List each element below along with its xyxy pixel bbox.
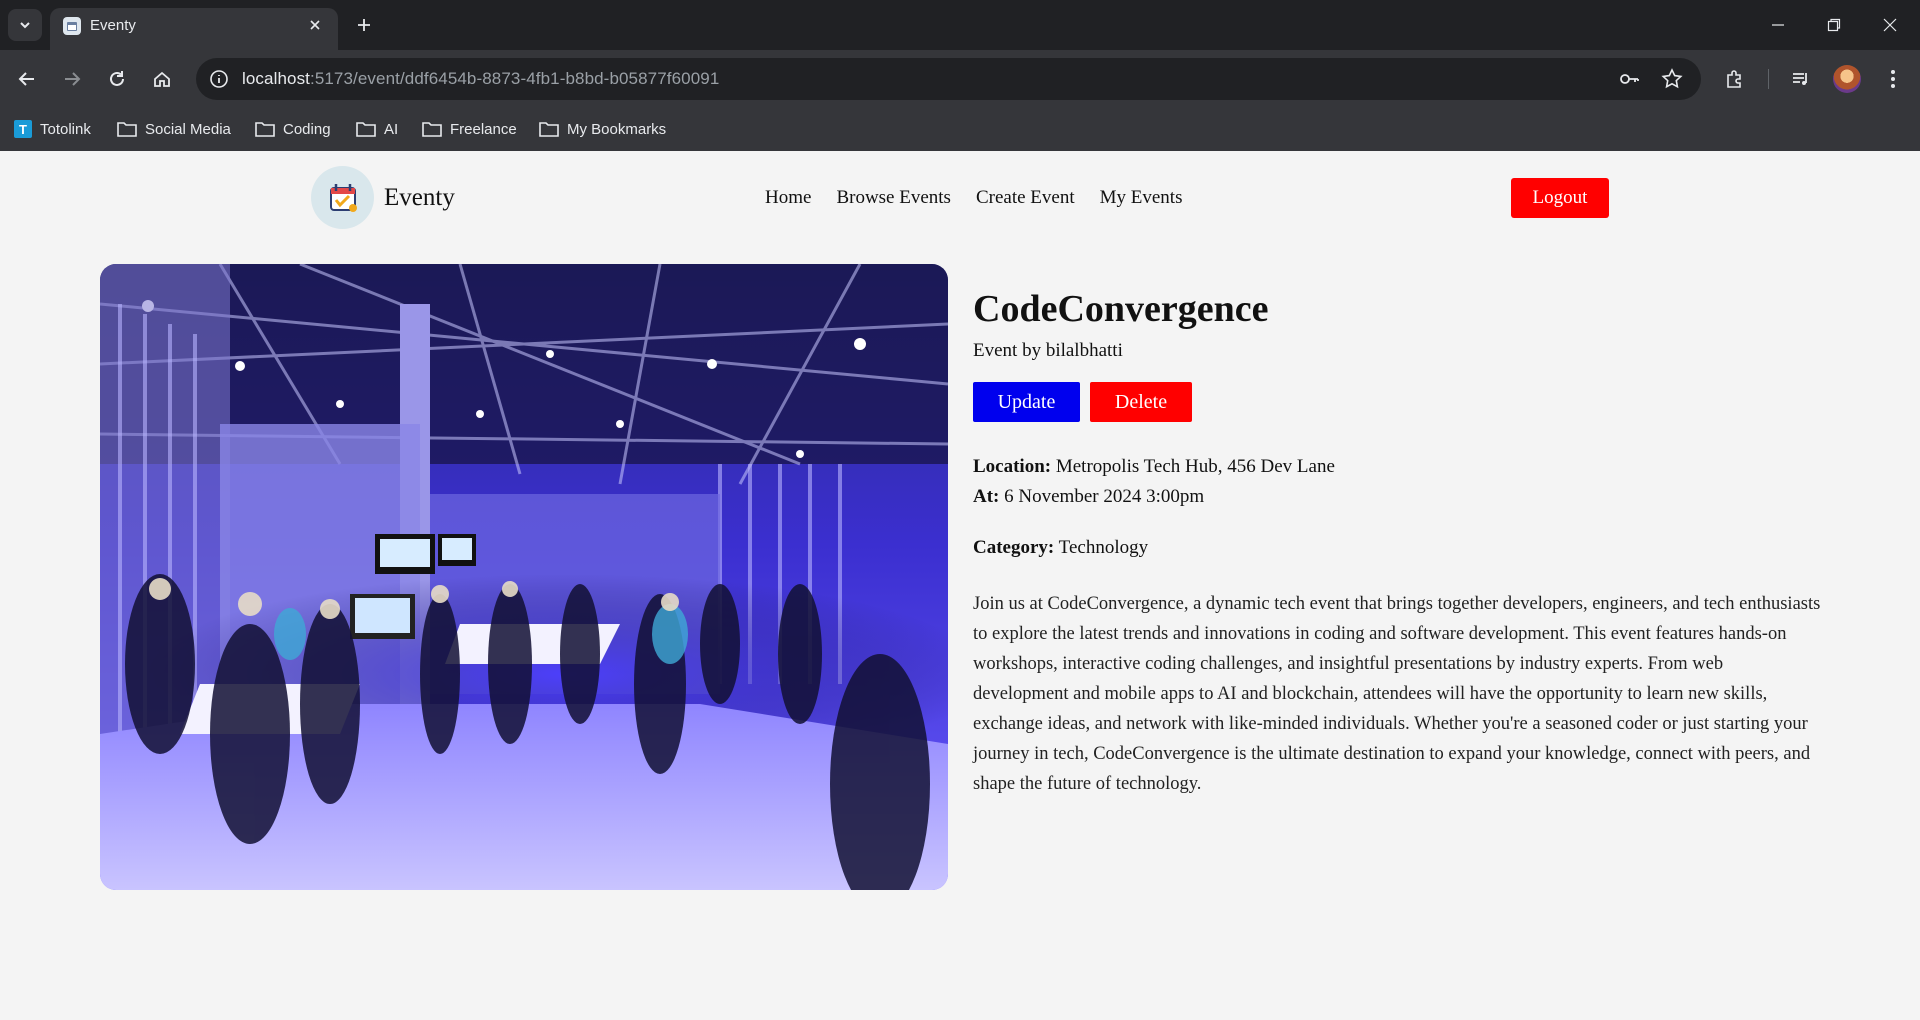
event-actions: Update Delete <box>973 382 1823 422</box>
bookmark-label: My Bookmarks <box>567 120 667 138</box>
browser-toolbar: localhost:5173/event/ddf6454b-8873-4fb1-… <box>0 50 1920 108</box>
event-meta: Location: Metropolis Tech Hub, 456 Dev L… <box>973 452 1823 512</box>
forward-button[interactable] <box>56 63 88 95</box>
tab-close-icon[interactable] <box>304 14 326 36</box>
event-details: CodeConvergence Event by bilalbhatti Upd… <box>973 286 1823 799</box>
media-controls-icon[interactable] <box>1785 63 1817 95</box>
chevron-down-icon <box>20 22 30 29</box>
event-title: CodeConvergence <box>973 288 1269 330</box>
bookmark-folder-ai[interactable]: AI <box>356 117 398 141</box>
nav-my-events[interactable]: My Events <box>1100 187 1183 209</box>
datetime-row: At: 6 November 2024 3:00pm <box>973 482 1823 512</box>
bookmarks-bar: T Totolink Social Media Coding AI Freela… <box>0 108 1920 151</box>
close-window-button[interactable] <box>1862 0 1918 50</box>
extensions-icon[interactable] <box>1719 63 1751 95</box>
bookmark-folder-coding[interactable]: Coding <box>255 117 331 141</box>
nav-create-event[interactable]: Create Event <box>976 187 1075 209</box>
url-text[interactable]: localhost:5173/event/ddf6454b-8873-4fb1-… <box>242 69 719 89</box>
eventy-logo-icon <box>311 166 374 229</box>
more-menu-icon[interactable] <box>1877 63 1909 95</box>
bookmark-label: AI <box>384 120 399 138</box>
home-button[interactable] <box>146 63 178 95</box>
folder-icon <box>356 122 376 137</box>
browser-tab[interactable]: Eventy <box>50 8 338 50</box>
category-row: Category: Technology <box>973 537 1823 559</box>
tab-favicon-icon <box>63 17 81 35</box>
bookmark-folder-my-bookmarks[interactable]: My Bookmarks <box>539 117 666 141</box>
bookmark-label: Freelance <box>450 120 517 138</box>
nav-browse-events[interactable]: Browse Events <box>836 187 951 209</box>
category-value: Technology <box>1058 537 1149 558</box>
page-content: Eventy Home Browse Events Create Event M… <box>0 151 1920 1020</box>
location-label: Location: <box>973 456 1052 477</box>
toolbar-divider <box>1768 69 1769 89</box>
minimize-button[interactable] <box>1750 0 1806 50</box>
brand-name: Eventy <box>384 183 455 211</box>
profile-avatar[interactable] <box>1833 65 1861 93</box>
datetime-value: 6 November 2024 3:00pm <box>1004 486 1205 507</box>
category-label: Category: <box>973 537 1055 558</box>
reload-icon <box>110 71 124 86</box>
event-byline: Event by bilalbhatti <box>973 340 1123 361</box>
update-button[interactable]: Update <box>973 382 1080 422</box>
address-bar[interactable]: localhost:5173/event/ddf6454b-8873-4fb1-… <box>196 58 1701 100</box>
close-icon <box>1883 18 1897 32</box>
url-host: localhost <box>242 69 310 88</box>
folder-icon <box>539 122 559 137</box>
browser-chrome: Eventy localhost:5173/event/ddf6454b-887… <box>0 0 1920 151</box>
password-key-icon[interactable] <box>1616 66 1642 92</box>
delete-button[interactable]: Delete <box>1090 382 1192 422</box>
reload-button[interactable] <box>101 63 133 95</box>
tab-title: Eventy <box>90 17 136 34</box>
site-info-icon[interactable] <box>206 66 232 92</box>
bookmark-totolink[interactable]: T Totolink <box>14 117 91 141</box>
totolink-icon: T <box>14 120 32 138</box>
logout-button[interactable]: Logout <box>1511 178 1609 218</box>
datetime-label: At: <box>973 486 1000 507</box>
bookmark-folder-freelance[interactable]: Freelance <box>422 117 517 141</box>
arrow-left-icon <box>18 72 34 86</box>
nav-home[interactable]: Home <box>765 187 811 209</box>
event-description: Join us at CodeConvergence, a dynamic te… <box>973 594 1821 794</box>
arrow-right-icon <box>65 72 81 86</box>
bookmark-star-icon[interactable] <box>1659 66 1685 92</box>
brand[interactable]: Eventy <box>311 166 455 229</box>
bookmark-label: Coding <box>283 120 331 138</box>
minimize-icon <box>1772 24 1784 26</box>
tab-search-button[interactable] <box>8 9 42 41</box>
folder-icon <box>422 122 442 137</box>
tab-strip: Eventy <box>0 0 1920 50</box>
folder-icon <box>255 122 275 137</box>
url-path: :5173/event/ddf6454b-8873-4fb1-b8bd-b058… <box>310 69 720 88</box>
home-icon <box>154 71 170 87</box>
main-nav: Home Browse Events Create Event My Event… <box>765 187 1182 209</box>
restore-button[interactable] <box>1806 0 1862 50</box>
back-button[interactable] <box>11 63 43 95</box>
bookmark-label: Social Media <box>145 120 231 138</box>
event-image <box>100 264 948 890</box>
bookmark-label: Totolink <box>40 120 91 138</box>
location-row: Location: Metropolis Tech Hub, 456 Dev L… <box>973 452 1823 482</box>
folder-icon <box>117 122 137 137</box>
new-tab-button[interactable] <box>350 11 378 39</box>
restore-icon <box>1827 18 1841 32</box>
bookmark-folder-social-media[interactable]: Social Media <box>117 117 231 141</box>
plus-icon <box>358 19 370 31</box>
location-value: Metropolis Tech Hub, 456 Dev Lane <box>1055 456 1335 477</box>
